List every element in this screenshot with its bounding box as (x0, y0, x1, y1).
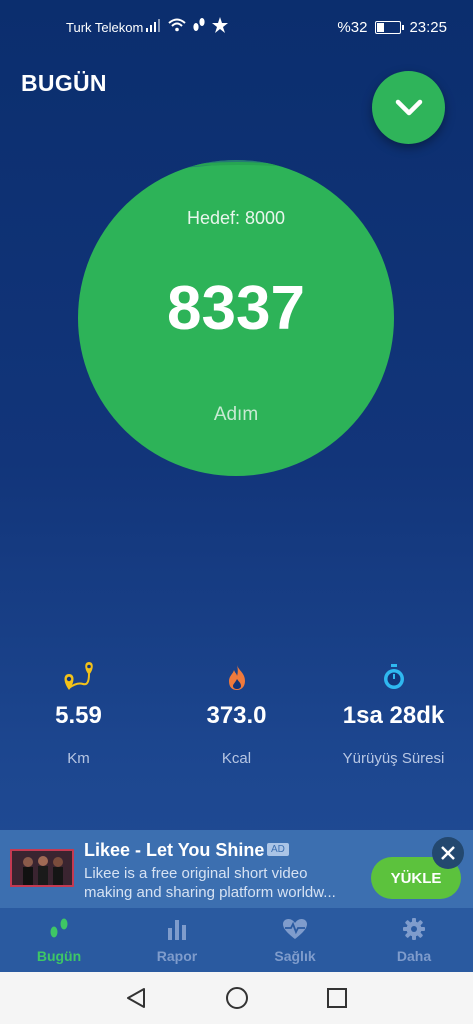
tab-health-label: Sağlık (274, 948, 316, 964)
ad-thumbnail-image (12, 851, 72, 885)
ad-description[interactable]: Likee is a free original short video mak… (84, 864, 359, 902)
wifi-icon (168, 18, 186, 32)
ad-close-button[interactable] (432, 837, 464, 869)
route-icon (64, 662, 93, 690)
tab-report-label: Rapor (156, 948, 198, 964)
star-icon (212, 17, 228, 33)
stat-calories-value: 373.0 (206, 702, 267, 729)
recents-icon[interactable] (325, 986, 349, 1010)
tab-report[interactable]: Rapor (118, 916, 236, 964)
stat-distance: 5.59 Km (0, 660, 157, 767)
signal-icon (146, 19, 160, 32)
home-icon[interactable] (225, 986, 249, 1010)
system-nav-bar (0, 972, 473, 1024)
step-goal: Hedef: 8000 (186, 208, 286, 228)
footsteps-icon (50, 918, 68, 938)
battery-icon (375, 21, 405, 34)
carrier-name: Turk Telekom (66, 20, 144, 35)
page-title: BUGÜN (21, 70, 107, 96)
footsteps-status-icon (193, 18, 205, 31)
bottom-nav: Bugün Rapor Sağlık Daha (0, 908, 473, 972)
flame-icon (228, 665, 245, 690)
heart-pulse-icon (283, 919, 307, 939)
ad-badge: AD (267, 843, 289, 856)
back-icon[interactable] (124, 986, 148, 1010)
bar-chart-icon (168, 920, 186, 940)
ad-title[interactable]: Likee - Let You Shine (84, 840, 264, 861)
tab-health[interactable]: Sağlık (236, 916, 354, 964)
stat-duration: 1sa 28dk Yürüyüş Süresi (315, 660, 472, 767)
stat-duration-label: Yürüyüş Süresi (342, 750, 445, 767)
expand-button[interactable] (372, 71, 445, 144)
step-count-label: Adım (213, 404, 259, 425)
clock: 23:25 (409, 19, 447, 36)
tab-more[interactable]: Daha (355, 916, 473, 964)
steps-progress-circle[interactable]: Hedef: 8000 8337 Adım (78, 160, 394, 476)
wave-cap (78, 160, 394, 182)
stat-distance-value: 5.59 (55, 702, 102, 729)
stat-calories-label: Kcal (221, 750, 252, 767)
tab-today[interactable]: Bugün (0, 916, 118, 964)
stat-calories: 373.0 Kcal (158, 660, 315, 767)
stat-distance-label: Km (67, 750, 90, 767)
ad-thumbnail[interactable] (10, 849, 74, 887)
stat-duration-value: 1sa 28dk (342, 702, 445, 729)
gear-icon (403, 918, 425, 940)
stats-row: 5.59 Km 373.0 Kcal 1sa 28dk Yürüyüş Süre… (0, 660, 473, 770)
tab-today-label: Bugün (36, 948, 82, 964)
chevron-down-icon (395, 99, 422, 115)
step-count: 8337 (167, 274, 305, 343)
close-icon (441, 846, 455, 860)
tab-more-label: Daha (396, 948, 432, 964)
stopwatch-icon (383, 664, 404, 689)
status-icons (146, 17, 228, 33)
status-bar: Turk Telekom %32 23:25 (0, 0, 473, 56)
battery-percent: %32 (337, 19, 368, 36)
